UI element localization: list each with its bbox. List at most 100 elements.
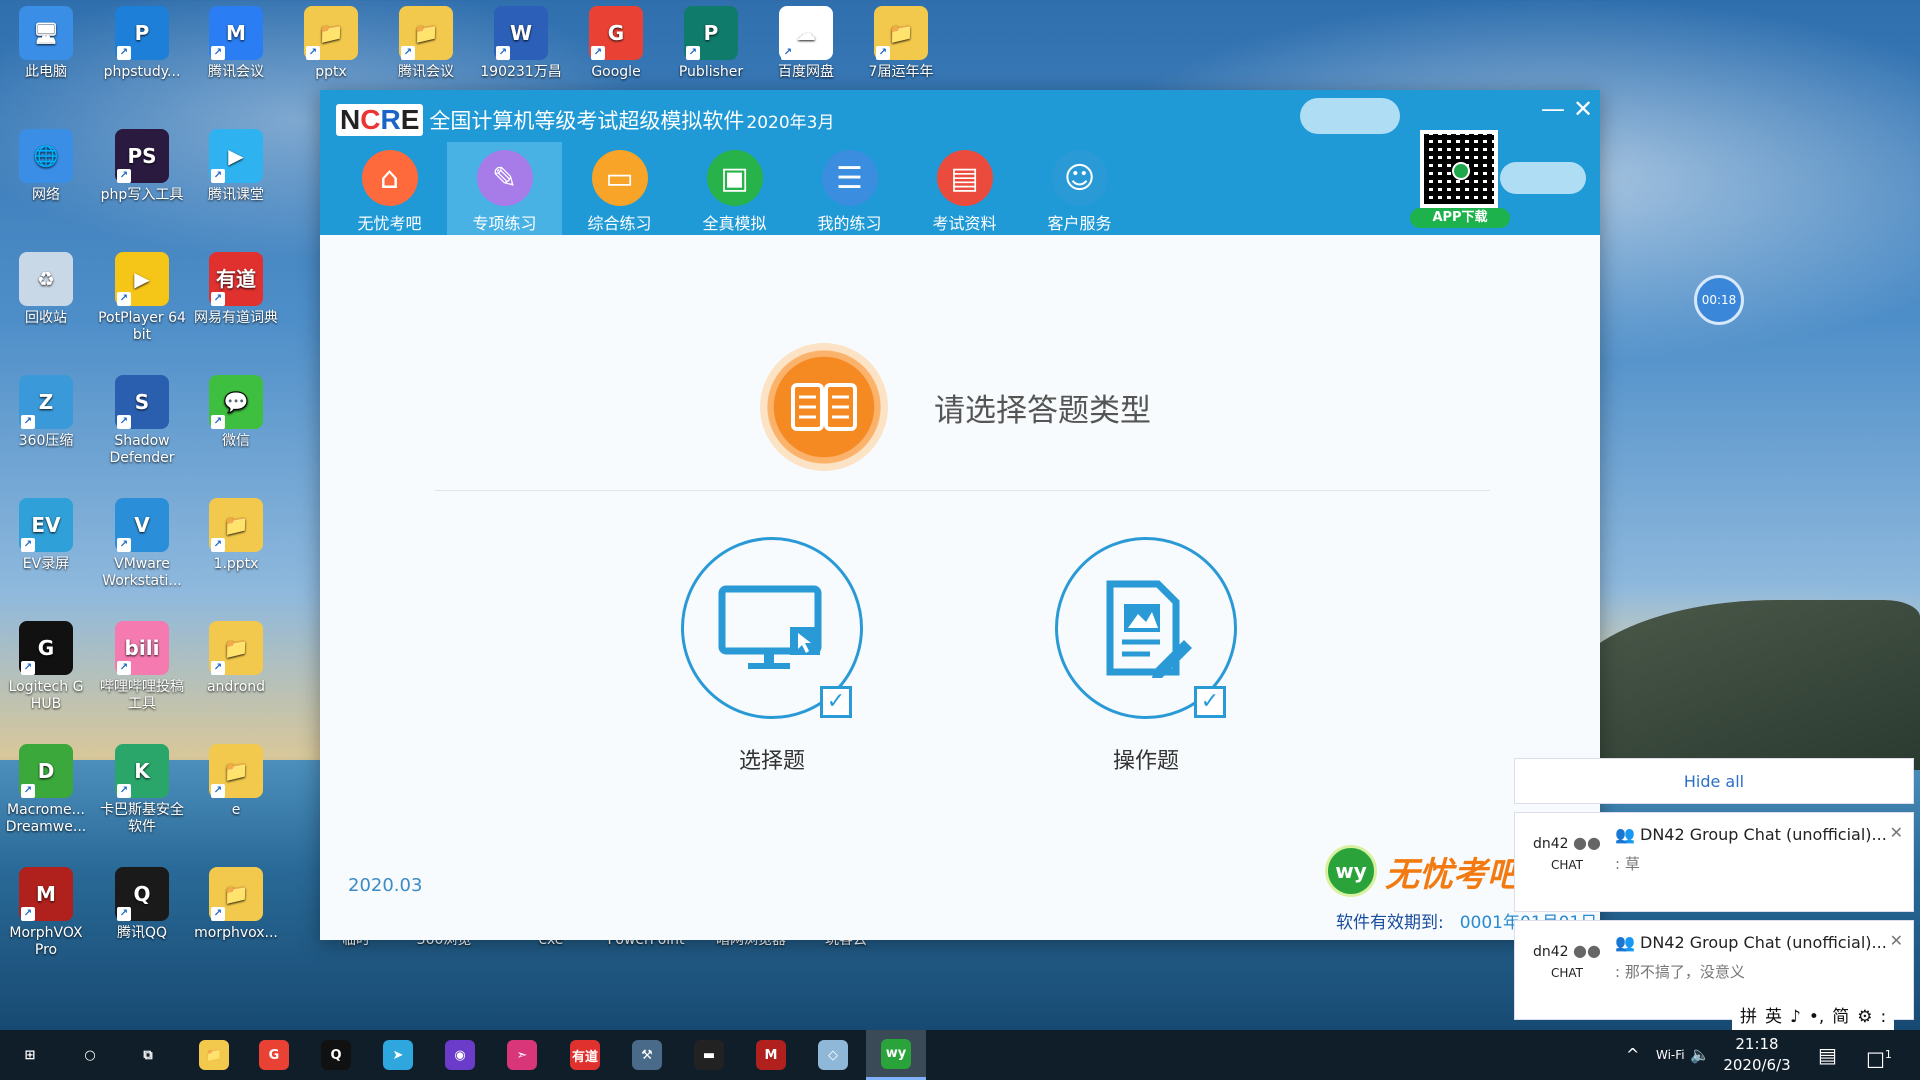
desktop-icon[interactable]: K ↗ 卡巴斯基安全软件 xyxy=(96,744,188,836)
ime-button[interactable]: •, xyxy=(1809,1004,1824,1030)
ime-button[interactable]: 拼 xyxy=(1740,1004,1757,1030)
taskbar-wuyou[interactable]: wy xyxy=(866,1030,926,1080)
desktop-icon[interactable]: 📁 ↗ 7届运年年 xyxy=(855,6,947,81)
notification-close-icon[interactable]: ✕ xyxy=(1890,823,1903,842)
nav-label: 全真模拟 xyxy=(702,214,767,233)
action-center-icon[interactable]: □1 xyxy=(1866,1030,1892,1080)
nav-item[interactable]: ▤ 考试资料 xyxy=(907,142,1022,235)
search-icon: ○ xyxy=(84,1047,96,1063)
taskbar-podcast[interactable]: ◉ xyxy=(430,1030,490,1080)
version-label: 2020.03 xyxy=(348,875,423,896)
taskbar-start[interactable]: ⊞ xyxy=(0,1030,60,1080)
desktop-icon[interactable]: P ↗ Publisher xyxy=(665,6,757,81)
desktop-icon[interactable]: 📁 ↗ andrond xyxy=(190,621,282,696)
ime-button[interactable]: : xyxy=(1881,1004,1887,1030)
close-button[interactable]: ✕ xyxy=(1568,94,1598,124)
desktop-icon-label: php写入工具 xyxy=(100,187,184,203)
choice-operation[interactable]: ✓ 操作题 xyxy=(1053,537,1239,775)
window-title-text: 全国计算机等级考试超级模拟软件 xyxy=(429,109,745,133)
taskbar-clock[interactable]: 21:18 2020/6/3 xyxy=(1712,1034,1802,1076)
taskbar-telegram[interactable]: ➤ xyxy=(368,1030,428,1080)
desktop-icon[interactable]: 📁 ↗ 腾讯会议 xyxy=(380,6,472,81)
app-icon: 📁 ↗ xyxy=(209,498,263,552)
desktop-icon[interactable]: V ↗ VMware Workstati... xyxy=(96,498,188,590)
taskbar-arrow-app[interactable]: ➣ xyxy=(492,1030,552,1080)
ime-button[interactable]: ♪ xyxy=(1790,1004,1801,1030)
desktop-icon[interactable]: Z ↗ 360压缩 xyxy=(0,375,92,450)
nav-item[interactable]: ▣ 全真模拟 xyxy=(677,142,792,235)
ime-button[interactable]: 英 xyxy=(1765,1004,1782,1030)
minimize-button[interactable]: — xyxy=(1538,94,1568,124)
desktop-icon[interactable]: ▶ ↗ PotPlayer 64 bit xyxy=(96,252,188,344)
ime-button[interactable]: ⚙ xyxy=(1857,1004,1872,1030)
desktop-icon[interactable]: EV ↗ EV录屏 xyxy=(0,498,92,573)
desktop-icon[interactable]: 💬 ↗ 微信 xyxy=(190,375,282,450)
desktop-icon[interactable]: 有道 ↗ 网易有道词典 xyxy=(190,252,282,327)
app-download-label[interactable]: APP下载 xyxy=(1410,208,1510,228)
recording-timer[interactable]: 00:18 xyxy=(1694,275,1744,325)
desktop-icon[interactable]: M ↗ 腾讯会议 xyxy=(190,6,282,81)
nav-label: 客户服务 xyxy=(1047,214,1112,233)
desktop-icon[interactable]: S ↗ Shadow Defender xyxy=(96,375,188,467)
taskbar-file-explorer[interactable]: 📁 xyxy=(184,1030,244,1080)
eraser-icon: ◇ xyxy=(818,1040,848,1070)
desktop-icon[interactable]: 📁 ↗ e xyxy=(190,744,282,819)
ime-toolbar[interactable]: 拼英 ♪ •, 简 ⚙: xyxy=(1732,1004,1895,1030)
taskbar-eraser[interactable]: ◇ xyxy=(803,1030,863,1080)
desktop-icon[interactable]: PS ↗ php写入工具 xyxy=(96,129,188,204)
desktop-icon-label: andrond xyxy=(206,679,266,695)
nav-label: 我的练习 xyxy=(817,214,882,233)
nav-item[interactable]: ☺ 客户服务 xyxy=(1022,142,1137,235)
hide-all-button[interactable]: Hide all xyxy=(1514,758,1914,804)
ime-button[interactable]: 简 xyxy=(1832,1004,1849,1030)
desktop-icon[interactable]: P ↗ phpstudy... xyxy=(96,6,188,81)
desktop-icon[interactable]: D ↗ Macrome... Dreamwe... xyxy=(0,744,92,836)
choice-multiple-choice[interactable]: ✓ 选择题 xyxy=(679,537,865,775)
taskbar-qq[interactable]: Q xyxy=(306,1030,366,1080)
wifi-icon[interactable]: Wi-Fi xyxy=(1656,1030,1685,1080)
taskbar-chrome[interactable]: G xyxy=(244,1030,304,1080)
desktop-icon[interactable]: G ↗ Google xyxy=(570,6,662,81)
nav-label: 考试资料 xyxy=(932,214,997,233)
app-icon: 🌐 xyxy=(19,129,73,183)
monitor-icon xyxy=(718,585,822,669)
nav-item[interactable]: ⌂ 无忧考吧 xyxy=(332,142,447,235)
desktop-icon[interactable]: 🖥 此电脑 xyxy=(0,6,92,81)
taskbar-tool[interactable]: ⚒ xyxy=(617,1030,677,1080)
main-nav: ⌂ 无忧考吧 ✎ 专项练习 ▭ 综合练习 ▣ 全真模拟 ☰ 我的练习 ▤ 考试资料 ☺ 客户服务 xyxy=(332,142,1137,235)
nav-icon: ▭ xyxy=(591,150,648,206)
desktop-icon[interactable]: 📁 ↗ 1.pptx xyxy=(190,498,282,573)
volume-icon[interactable]: 🔈 xyxy=(1690,1030,1710,1080)
taskbar-morphvox[interactable]: M xyxy=(741,1030,801,1080)
nav-item[interactable]: ▭ 综合练习 xyxy=(562,142,677,235)
nav-label: 综合练习 xyxy=(587,214,652,233)
nav-item[interactable]: ☰ 我的练习 xyxy=(792,142,907,235)
desktop-icon[interactable]: 🌐 网络 xyxy=(0,129,92,204)
desktop-icon[interactable]: ☁ ↗ 百度网盘 xyxy=(760,6,852,81)
desktop-icon[interactable]: 📁 ↗ morphvox... xyxy=(190,867,282,942)
desktop-icon[interactable]: bili ↗ 哔哩哔哩投稿工具 xyxy=(96,621,188,713)
taskbar-youdao[interactable]: 有道 xyxy=(555,1030,615,1080)
desktop-icon[interactable]: ♻ 回收站 xyxy=(0,252,92,327)
desktop-icon[interactable]: Q ↗ 腾讯QQ xyxy=(96,867,188,942)
notification-card[interactable]: dn42 ●● CHAT 👥 DN42 Group Chat (unoffici… xyxy=(1514,812,1914,912)
taskbar-terminal[interactable]: ▬ xyxy=(679,1030,739,1080)
notification-title: 👥 DN42 Group Chat (unofficial)... xyxy=(1615,825,1887,844)
taskbar-search[interactable]: ○ xyxy=(60,1030,120,1080)
notes-icon[interactable]: ▤ xyxy=(1818,1030,1837,1080)
desktop-icon[interactable]: M ↗ MorphVOX Pro xyxy=(0,867,92,959)
app-icon: ▶ ↗ xyxy=(115,252,169,306)
nav-label: 专项练习 xyxy=(472,214,537,233)
desktop-icon-label: 微信 xyxy=(222,433,250,449)
nav-icon: ▣ xyxy=(706,150,763,206)
taskbar-task-view[interactable]: ⧉ xyxy=(118,1030,178,1080)
desktop-icon[interactable]: W ↗ 190231万昌 xyxy=(475,6,567,81)
desktop-icon[interactable]: 📁 ↗ pptx xyxy=(285,6,377,81)
tool-icon: ⚒ xyxy=(632,1040,662,1070)
tray-chevron-icon[interactable]: ^ xyxy=(1626,1030,1639,1080)
desktop-icon[interactable]: ▶ ↗ 腾讯课堂 xyxy=(190,129,282,204)
desktop-icon-label: Shadow Defender xyxy=(109,433,175,466)
desktop-icon[interactable]: G ↗ Logitech G HUB xyxy=(0,621,92,713)
nav-item[interactable]: ✎ 专项练习 xyxy=(447,142,562,235)
notification-close-icon[interactable]: ✕ xyxy=(1890,931,1903,950)
